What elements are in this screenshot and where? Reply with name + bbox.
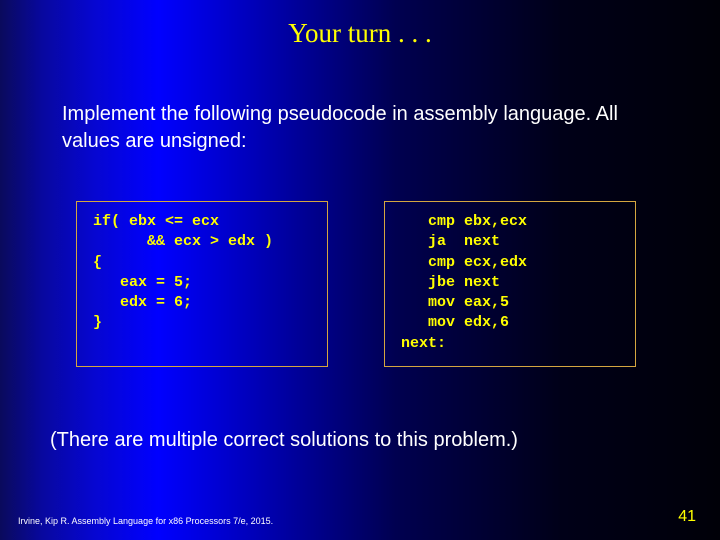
page-number: 41 xyxy=(678,508,696,526)
pseudocode-box: if( ebx <= ecx && ecx > edx ) { eax = 5;… xyxy=(76,201,328,367)
intro-text: Implement the following pseudocode in as… xyxy=(62,101,660,155)
slide-title: Your turn . . . xyxy=(0,0,720,49)
pseudocode-text: if( ebx <= ecx && ecx > edx ) { eax = 5;… xyxy=(93,212,311,334)
code-boxes-row: if( ebx <= ecx && ecx > edx ) { eax = 5;… xyxy=(0,201,720,367)
assembly-text: cmp ebx,ecx ja next cmp ecx,edx jbe next… xyxy=(401,212,619,354)
footer-citation: Irvine, Kip R. Assembly Language for x86… xyxy=(18,516,273,526)
note-text: (There are multiple correct solutions to… xyxy=(50,429,710,452)
assembly-box: cmp ebx,ecx ja next cmp ecx,edx jbe next… xyxy=(384,201,636,367)
